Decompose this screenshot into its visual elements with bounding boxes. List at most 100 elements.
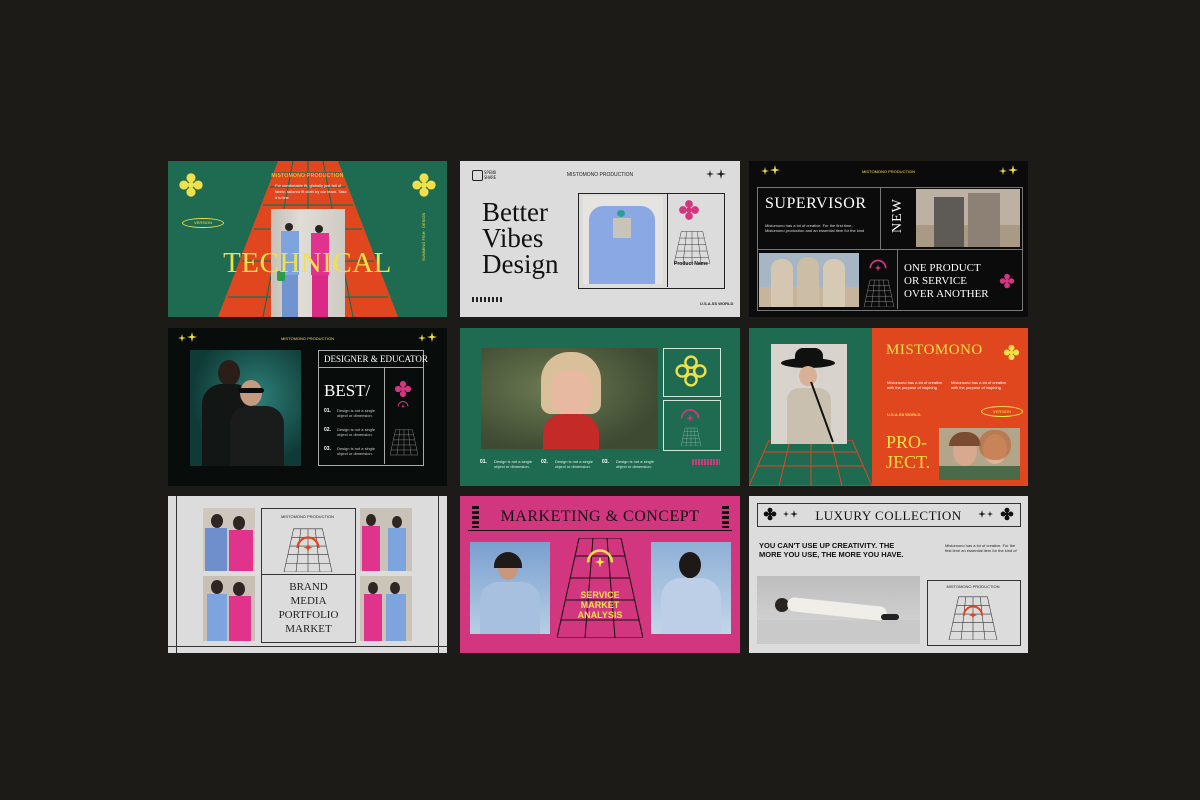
product-name: Product Name <box>674 261 708 267</box>
arc-icon <box>580 542 620 576</box>
border-left <box>176 496 177 653</box>
headline-line: Design <box>482 249 559 279</box>
world-label: U.S.A.SS WORLD. <box>887 412 922 417</box>
slide-supervisor[interactable]: MISTOMONO PRODUCTION SUPERVISOR Mistomon… <box>749 161 1028 317</box>
photo-woman-pink <box>203 508 255 571</box>
clover-icon <box>1003 344 1020 361</box>
border-right <box>438 496 439 653</box>
service-line: MARKET <box>580 600 620 610</box>
headline: Better Vibes Design <box>482 197 559 279</box>
clover-icon <box>394 380 412 398</box>
photo-blonde-portrait <box>481 348 658 449</box>
intro-text: For comfortable fit, globally just fall … <box>275 183 347 200</box>
photo-woman-back <box>651 542 731 634</box>
vertical-divider <box>384 368 385 464</box>
brand-line: BRAND <box>289 581 328 593</box>
production-label: MISTOMONO PRODUCTION <box>280 336 335 341</box>
slide-luxury-collection[interactable]: LUXURY COLLECTION YOU CAN'T USE UP CREAT… <box>749 496 1028 653</box>
photo-two-coats <box>916 189 1020 247</box>
slide-mistomono-project[interactable]: MISTOMONO Mistomono has a lot of creativ… <box>749 328 1028 486</box>
vertical-divider <box>897 249 898 309</box>
service-lines: SERVICE MARKET ANALYSIS <box>557 590 643 620</box>
version-badge[interactable]: VERSION <box>182 218 224 228</box>
photo-three-backs <box>759 253 859 307</box>
service-line: ANALYSIS <box>577 610 623 620</box>
list-item: 02. Design is not a single object or dime… <box>324 427 376 437</box>
photo-two-women <box>939 428 1020 480</box>
slide-title: MISTOMONO <box>886 342 983 358</box>
slide-brand-portfolio[interactable]: MISTOMONO PRODUCTION BRAND MEDIA PORTFOL… <box>168 496 447 653</box>
slide-technical[interactable]: MISTOMONO PRODUCTION For comfortable fit… <box>168 161 447 317</box>
list-item: 01. Design is not a single object or dime… <box>324 408 376 418</box>
sparkle-icon <box>987 511 993 517</box>
photo-two-models <box>203 576 255 641</box>
divider-line <box>667 193 668 287</box>
slide-better-vibes[interactable]: SPEND SHARE MISTOMONO PRODUCTION Better … <box>460 161 740 317</box>
body-text: Mistomono has a lot of creative with the… <box>887 380 943 390</box>
list-item: 02. Design is not a single object or dime… <box>541 459 594 469</box>
list: 01. Design is not a single object or dime… <box>324 408 380 456</box>
vertical-divider <box>880 187 881 249</box>
production-label: MISTOMONO PRODUCTION <box>861 169 916 174</box>
sparkle-icon <box>978 510 986 518</box>
photo-hat-model <box>771 344 847 444</box>
slide-designer-educator[interactable]: MISTOMONO PRODUCTION DESIGNER & EDUCATOR… <box>168 328 447 486</box>
clover-icon <box>999 273 1015 289</box>
service-line: SERVICE <box>580 590 620 600</box>
vertical-label: NEW <box>890 198 905 233</box>
slide-title: SUPERVISOR <box>765 195 867 212</box>
section-heading: DESIGNER & EDUCATOR <box>324 354 428 364</box>
body-text: Mistomono has a lot of creative with the… <box>951 380 1007 390</box>
sparkle-icon <box>706 170 714 178</box>
project-line: JECT. <box>886 452 931 472</box>
brand-lines: BRAND MEDIA PORTFOLIO MARKET <box>261 580 356 636</box>
tagline-line: ONE PRODUCT <box>904 262 981 274</box>
arc-icon <box>867 255 889 277</box>
production-label: MISTOMONO PRODUCTION <box>271 173 344 179</box>
heading-divider <box>318 367 424 368</box>
sparkle-icon <box>716 169 726 179</box>
photo-pink-suit <box>360 508 412 571</box>
body-text: Mistomono has a lot of creative. For the… <box>765 223 865 233</box>
dot-pattern <box>472 297 502 302</box>
headline-line: Better <box>482 197 548 227</box>
clover-icon <box>678 199 700 221</box>
brand-line: MEDIA <box>290 595 327 607</box>
sparkle-icon <box>1008 165 1018 175</box>
sparkle-icon <box>999 167 1007 175</box>
arc-icon <box>958 600 988 626</box>
arc-icon <box>395 398 411 412</box>
list-item: 03. Design is not a single object or dime… <box>602 459 655 469</box>
grid-icon <box>674 228 710 264</box>
grid-icon <box>672 426 710 446</box>
slide-portrait-green[interactable]: 01. Design is not a single object or dime… <box>460 328 740 486</box>
list: 01. Design is not a single object or dime… <box>480 459 660 469</box>
green-grid-floor <box>749 440 872 486</box>
photo-two-models-sunglasses <box>190 350 301 466</box>
tagline-line: OR SERVICE <box>904 275 967 287</box>
dot-pattern <box>692 459 720 465</box>
grid-icon <box>863 277 895 307</box>
photo-woman-blue-sky <box>470 542 550 634</box>
production-label: MISTOMONO PRODUCTION <box>946 584 1000 589</box>
title-divider <box>468 530 732 531</box>
version-badge[interactable]: VERSION <box>981 406 1023 417</box>
frame-divider <box>261 574 356 575</box>
arc-icon <box>676 404 704 428</box>
body-text: Mistomono has a lot of creative. For the… <box>945 543 1017 553</box>
border-bottom <box>168 646 447 647</box>
slide-marketing-concept[interactable]: MARKETING & CONCEPT SERVICE MARKET ANALY… <box>460 496 740 653</box>
slide-title: MARKETING & CONCEPT <box>500 508 700 525</box>
photo-reclining-model <box>757 576 920 644</box>
brand-line: MARKET <box>285 623 332 635</box>
photo-blue-blazer <box>583 196 663 284</box>
sparkle-icon <box>427 332 437 342</box>
brand-line: PORTFOLIO <box>278 609 339 621</box>
tagline-line: OVER ANOTHER <box>904 288 989 300</box>
slide-title: TECHNICAL <box>223 247 392 279</box>
headline-line: Vibes <box>482 223 544 253</box>
production-label: MISTOMONO PRODUCTION <box>566 172 634 178</box>
quote-text: YOU CAN'T USE UP CREATIVITY. THE MORE YO… <box>759 541 904 559</box>
list-item: 01. Design is not a single object or dime… <box>480 459 533 469</box>
photo-duo-suits <box>360 576 412 641</box>
